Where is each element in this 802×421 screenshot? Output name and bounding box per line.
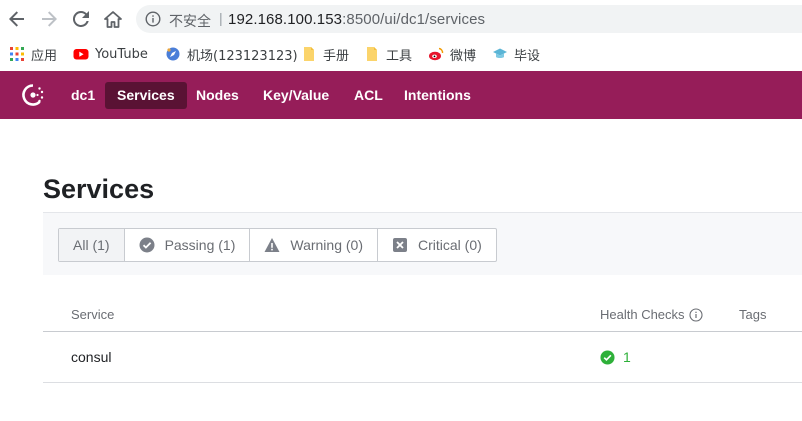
address-bar[interactable]: 不安全 | 192.168.100.153:8500/ui/dc1/servic… [136, 5, 802, 33]
page-title: Services [43, 174, 155, 204]
apps-grid-icon [10, 47, 24, 61]
bookmark-weibo[interactable]: 微博 [428, 45, 477, 64]
reload-icon [73, 11, 89, 27]
filter-warning[interactable]: Warning (0) [250, 229, 378, 261]
filter-all[interactable]: All (1) [59, 229, 125, 261]
passing-count: 1 [623, 349, 631, 365]
table-row[interactable]: consul 1 [43, 332, 802, 383]
bookmark-label: YouTube [95, 46, 148, 62]
address-divider: | [219, 10, 223, 26]
folder-icon [367, 47, 377, 61]
table-header: Service Health Checks Tags [43, 300, 802, 332]
bookmark-tools[interactable]: 工具 [364, 45, 413, 64]
bookmark-apps[interactable]: 应用 [9, 45, 58, 64]
filter-bar: All (1) Passing (1) Warning (0) Critical… [43, 212, 802, 275]
health-filter-group: All (1) Passing (1) Warning (0) Critical… [58, 228, 497, 262]
rocket-icon [166, 47, 180, 61]
filter-label: Warning (0) [290, 237, 363, 253]
datacenter-selector[interactable]: dc1 [59, 82, 107, 109]
filter-critical[interactable]: Critical (0) [378, 229, 496, 261]
bookmarks-bar: 应用 YouTube 机场(123123123) 手册 工具 微博 毕设 [0, 38, 802, 70]
home-icon [104, 10, 122, 28]
browser-toolbar: 不安全 | 192.168.100.153:8500/ui/dc1/servic… [0, 0, 802, 38]
hat-icon [493, 48, 507, 59]
column-header-health-label: Health Checks [600, 307, 685, 322]
bookmark-manual[interactable]: 手册 [301, 45, 350, 64]
bookmark-label: 应用 [31, 48, 58, 64]
nav-item-acl[interactable]: ACL [342, 82, 395, 109]
bookmark-label: 工具 [386, 48, 413, 64]
service-name-link[interactable]: consul [71, 349, 111, 365]
bookmark-label: 手册 [323, 48, 350, 64]
back-arrow-icon [9, 11, 24, 27]
column-header-service: Service [71, 307, 115, 322]
nav-item-services[interactable]: Services [105, 82, 187, 109]
bookmark-airport[interactable]: 机场(123123123) [165, 45, 298, 64]
forward-button[interactable] [36, 6, 62, 32]
home-button[interactable] [100, 6, 126, 32]
check-circle-icon [139, 237, 155, 253]
bookmark-label: 机场(123123123) [187, 48, 298, 64]
consul-logo-icon[interactable] [20, 83, 46, 107]
bookmark-youtube[interactable]: YouTube [73, 45, 148, 63]
bookmark-label: 微博 [450, 48, 477, 64]
info-icon[interactable] [145, 11, 161, 27]
reload-button[interactable] [68, 6, 94, 32]
url-path: :8500/ui/dc1/services [342, 11, 486, 28]
consul-top-nav: dc1 Services Nodes Key/Value ACL Intenti… [0, 71, 802, 119]
nav-item-intentions[interactable]: Intentions [392, 82, 483, 109]
weibo-icon [429, 47, 444, 61]
column-header-tags: Tags [739, 307, 767, 322]
check-circle-icon [600, 349, 615, 365]
bookmark-graduation[interactable]: 毕设 [492, 45, 541, 64]
forward-arrow-icon [42, 11, 57, 27]
nav-item-nodes[interactable]: Nodes [184, 82, 251, 109]
filter-label: Critical (0) [418, 237, 482, 253]
warning-triangle-icon [264, 238, 280, 252]
column-header-health: Health Checks [600, 307, 703, 322]
filter-passing[interactable]: Passing (1) [125, 229, 251, 261]
bookmark-label: 毕设 [514, 48, 541, 64]
health-check-passing: 1 [600, 349, 631, 365]
info-icon[interactable] [688, 307, 703, 322]
security-status[interactable]: 不安全 [169, 11, 211, 31]
back-button[interactable] [4, 6, 30, 32]
filter-label: All (1) [73, 237, 110, 253]
folder-icon [304, 47, 314, 61]
youtube-icon [73, 49, 89, 60]
url-text[interactable]: 192.168.100.153:8500/ui/dc1/services [228, 11, 485, 28]
critical-x-icon [393, 238, 407, 252]
nav-item-key-value[interactable]: Key/Value [251, 82, 341, 109]
url-host: 192.168.100.153 [228, 11, 343, 28]
filter-label: Passing (1) [164, 237, 236, 253]
